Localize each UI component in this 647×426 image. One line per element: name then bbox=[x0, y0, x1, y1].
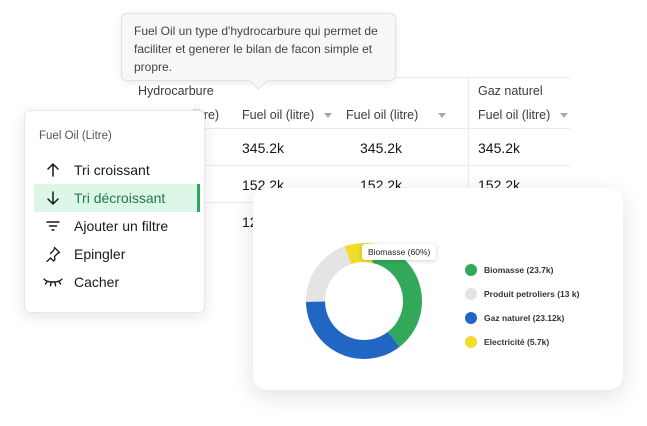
table-cell: 345.2k bbox=[242, 140, 285, 156]
column-context-menu: Fuel Oil (Litre) Tri croissant Tri décro… bbox=[24, 110, 205, 313]
sort-caret-icon[interactable] bbox=[560, 112, 569, 118]
table-cell: 345.2k bbox=[478, 140, 521, 156]
legend-item-gaz-naturel[interactable]: Gaz naturel (23.12k) bbox=[465, 306, 579, 330]
column-header-fuel-oil[interactable]: Fuel oil (litre) bbox=[346, 108, 447, 122]
legend-item-produit-petroliers[interactable]: Produit petroliers (13 k) bbox=[465, 282, 579, 306]
legend-label: Biomasse (23.7k) bbox=[484, 265, 554, 275]
pin-icon bbox=[38, 246, 68, 262]
column-group-hydrocarbure: Hydrocarbure bbox=[138, 84, 214, 98]
column-header-label: Fuel oil (litre) bbox=[242, 108, 315, 122]
column-header-fuel-oil[interactable]: Fuel oil (litre) bbox=[478, 108, 569, 122]
chart-legend: Biomasse (23.7k) Produit petroliers (13 … bbox=[465, 258, 579, 354]
arrow-up-icon bbox=[38, 162, 68, 178]
column-info-tooltip: Fuel Oil un type d'hydrocarbure qui perm… bbox=[121, 13, 396, 90]
legend-swatch bbox=[465, 336, 477, 348]
filter-icon bbox=[38, 218, 68, 234]
donut-slice-3[interactable] bbox=[306, 246, 352, 302]
menu-item-ajouter-filtre[interactable]: Ajouter un filtre bbox=[34, 212, 200, 240]
hide-eye-icon bbox=[38, 275, 68, 289]
legend-item-biomasse[interactable]: Biomasse (23.7k) bbox=[465, 258, 579, 282]
column-header-label: Fuel oil (litre) bbox=[346, 108, 419, 122]
tooltip-text: Fuel Oil un type d'hydrocarbure qui perm… bbox=[134, 24, 378, 74]
legend-swatch bbox=[465, 312, 477, 324]
menu-title: Fuel Oil (Litre) bbox=[39, 130, 112, 142]
menu-item-label: Cacher bbox=[74, 274, 120, 290]
menu-item-tri-decroissant[interactable]: Tri décroissant bbox=[34, 184, 200, 212]
legend-label: Produit petroliers (13 k) bbox=[484, 289, 580, 299]
menu-item-label: Tri croissant bbox=[74, 162, 150, 178]
legend-item-electricite[interactable]: Electricité (5.7k) bbox=[465, 330, 579, 354]
sort-caret-icon[interactable] bbox=[438, 112, 447, 118]
legend-label: Gaz naturel (23.12k) bbox=[484, 313, 565, 323]
arrow-down-icon bbox=[38, 190, 68, 206]
slice-hover-label: Biomasse (60%) bbox=[362, 244, 437, 260]
menu-item-label: Epingler bbox=[74, 246, 126, 262]
column-header-label: Fuel oil (litre) bbox=[478, 108, 551, 122]
legend-swatch bbox=[465, 264, 477, 276]
donut-slice-2[interactable] bbox=[306, 301, 400, 359]
menu-item-cacher[interactable]: Cacher bbox=[34, 268, 200, 296]
legend-label: Electricité (5.7k) bbox=[484, 337, 550, 347]
legend-swatch bbox=[465, 288, 477, 300]
menu-item-label: Ajouter un filtre bbox=[74, 218, 169, 234]
column-header-fuel-oil[interactable]: Fuel oil (litre) bbox=[242, 108, 333, 122]
donut-slice-1[interactable] bbox=[371, 244, 422, 347]
table-cell: 345.2k bbox=[360, 140, 403, 156]
menu-item-label: Tri décroissant bbox=[74, 190, 166, 206]
menu-item-epingler[interactable]: Epingler bbox=[34, 240, 200, 268]
column-group-gaz-naturel: Gaz naturel bbox=[478, 84, 543, 98]
menu-item-tri-croissant[interactable]: Tri croissant bbox=[34, 156, 200, 184]
sort-caret-icon[interactable] bbox=[324, 112, 333, 118]
